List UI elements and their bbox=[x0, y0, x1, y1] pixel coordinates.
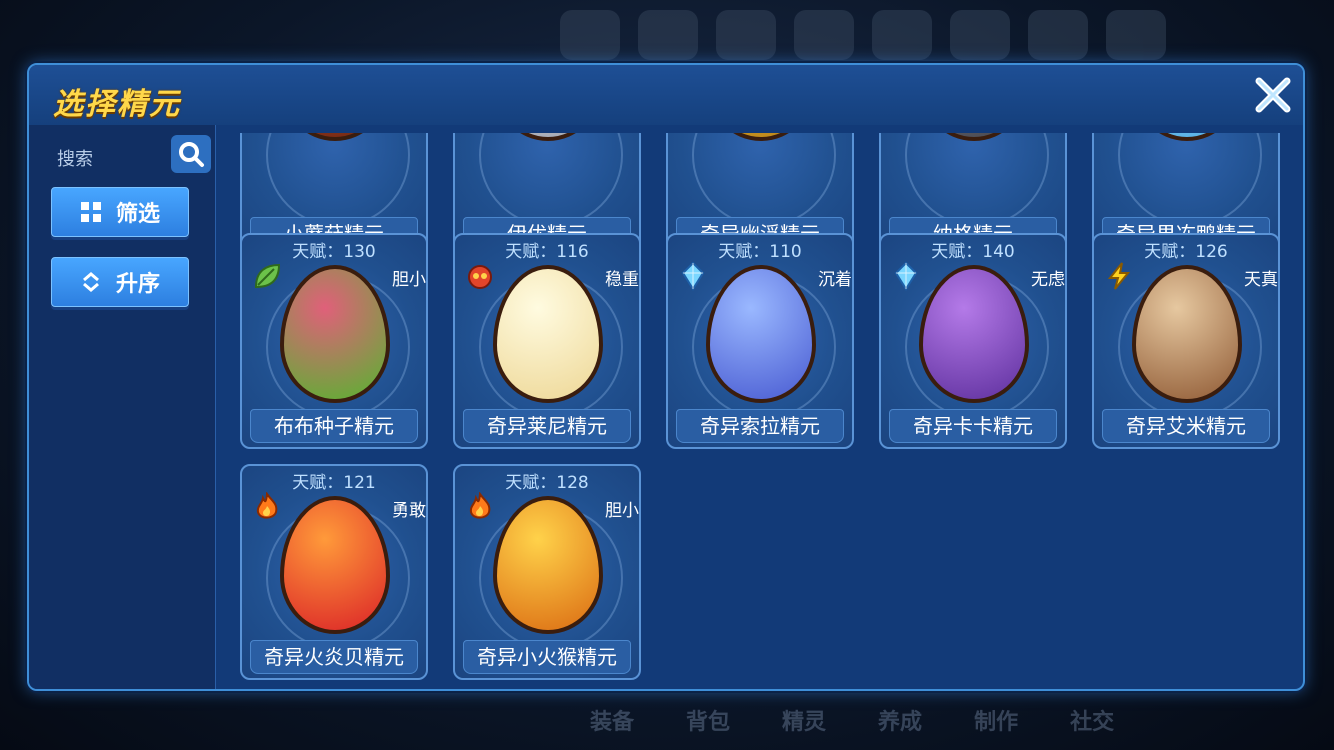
close-button[interactable] bbox=[1249, 71, 1297, 119]
essence-name: 奇异卡卡精元 bbox=[889, 409, 1057, 443]
talent-value: 天赋：116 bbox=[505, 242, 589, 262]
essence-grid: 小蘑菇精元伊优精元奇异幽浮精元纳格精元奇异果冻鸭精元天赋：130胆小布布种子精元… bbox=[216, 133, 1304, 689]
essence-card[interactable]: 天赋：126 天真奇异艾米精元 bbox=[1092, 233, 1280, 449]
talent-value: 天赋：130 bbox=[292, 242, 376, 262]
filter-button[interactable]: 筛选 bbox=[51, 187, 189, 237]
essence-card[interactable]: 天赋：128 胆小奇异小火猴精元 bbox=[453, 464, 641, 680]
essence-card[interactable]: 天赋：140 无虑奇异卡卡精元 bbox=[879, 233, 1067, 449]
background-top-icons bbox=[560, 10, 1166, 60]
fire-spirit-icon bbox=[465, 261, 495, 291]
essence-card[interactable]: 天赋：110 沉着奇异索拉精元 bbox=[666, 233, 854, 449]
sort-label: 升序 bbox=[115, 272, 160, 297]
sort-icon bbox=[83, 272, 99, 292]
modal-header: 选择精元 bbox=[29, 65, 1303, 125]
talent-value: 天赋：110 bbox=[718, 242, 802, 262]
bottom-nav-label: 装备 bbox=[590, 710, 635, 735]
nature-label: 胆小 bbox=[605, 501, 639, 521]
close-icon bbox=[1255, 77, 1291, 113]
select-essence-modal: 选择精元 搜索 筛选 升序 天赋：130 胆小 布布种子精元 天赋：116 稳重… bbox=[27, 63, 1305, 691]
card-ring-decoration bbox=[1118, 133, 1262, 227]
sort-button[interactable]: 升序 bbox=[51, 257, 189, 307]
background-bottom-nav: 装备 背包 精灵 养成 制作 社交 bbox=[590, 704, 1114, 736]
card-ring-decoration bbox=[266, 133, 410, 227]
talent-value: 天赋：128 bbox=[505, 473, 589, 493]
grid-icon bbox=[80, 202, 101, 222]
search-icon bbox=[179, 142, 204, 167]
fire-icon bbox=[252, 491, 282, 522]
essence-name: 奇异火炎贝精元 bbox=[250, 640, 418, 674]
crystal-icon bbox=[678, 261, 708, 291]
bottom-nav-label: 精灵 bbox=[782, 710, 827, 735]
nature-label: 无虑 bbox=[1031, 270, 1065, 290]
nature-label: 稳重 bbox=[605, 270, 639, 290]
filter-label: 筛选 bbox=[115, 202, 160, 227]
bottom-nav-label: 制作 bbox=[974, 710, 1019, 735]
leaf-icon bbox=[252, 261, 282, 291]
bottom-nav-label: 养成 bbox=[878, 710, 923, 735]
talent-value: 天赋：121 bbox=[292, 473, 376, 493]
lightning-icon bbox=[1104, 261, 1134, 291]
essence-name: 奇异艾米精元 bbox=[1102, 409, 1270, 443]
essence-card[interactable]: 天赋：130 胆小布布种子精元 bbox=[240, 233, 428, 449]
search-input[interactable]: 搜索 bbox=[57, 145, 93, 171]
essence-name: 奇异小火猴精元 bbox=[463, 640, 631, 674]
essence-name: 布布种子精元 bbox=[250, 409, 418, 443]
modal-title: 选择精元 bbox=[53, 87, 181, 122]
crystal-icon bbox=[891, 261, 921, 291]
card-ring-decoration bbox=[479, 133, 623, 227]
nature-label: 勇敢 bbox=[392, 501, 426, 521]
bottom-nav-label: 社交 bbox=[1070, 710, 1115, 735]
essence-name: 奇异莱尼精元 bbox=[463, 409, 631, 443]
talent-value: 天赋：126 bbox=[1144, 242, 1228, 262]
talent-value: 天赋：140 bbox=[931, 242, 1015, 262]
essence-name: 奇异索拉精元 bbox=[676, 409, 844, 443]
card-ring-decoration bbox=[692, 133, 836, 227]
card-ring-decoration bbox=[905, 133, 1049, 227]
essence-card[interactable]: 天赋：116 稳重奇异莱尼精元 bbox=[453, 233, 641, 449]
bottom-nav-label: 背包 bbox=[686, 710, 731, 735]
essence-card[interactable]: 天赋：121 勇敢奇异火炎贝精元 bbox=[240, 464, 428, 680]
fire-icon bbox=[465, 491, 495, 522]
search-button[interactable] bbox=[171, 135, 211, 173]
nature-label: 胆小 bbox=[392, 270, 426, 290]
nature-label: 沉着 bbox=[818, 270, 852, 290]
sidebar: 搜索 筛选 升序 bbox=[29, 125, 216, 689]
nature-label: 天真 bbox=[1244, 270, 1278, 290]
